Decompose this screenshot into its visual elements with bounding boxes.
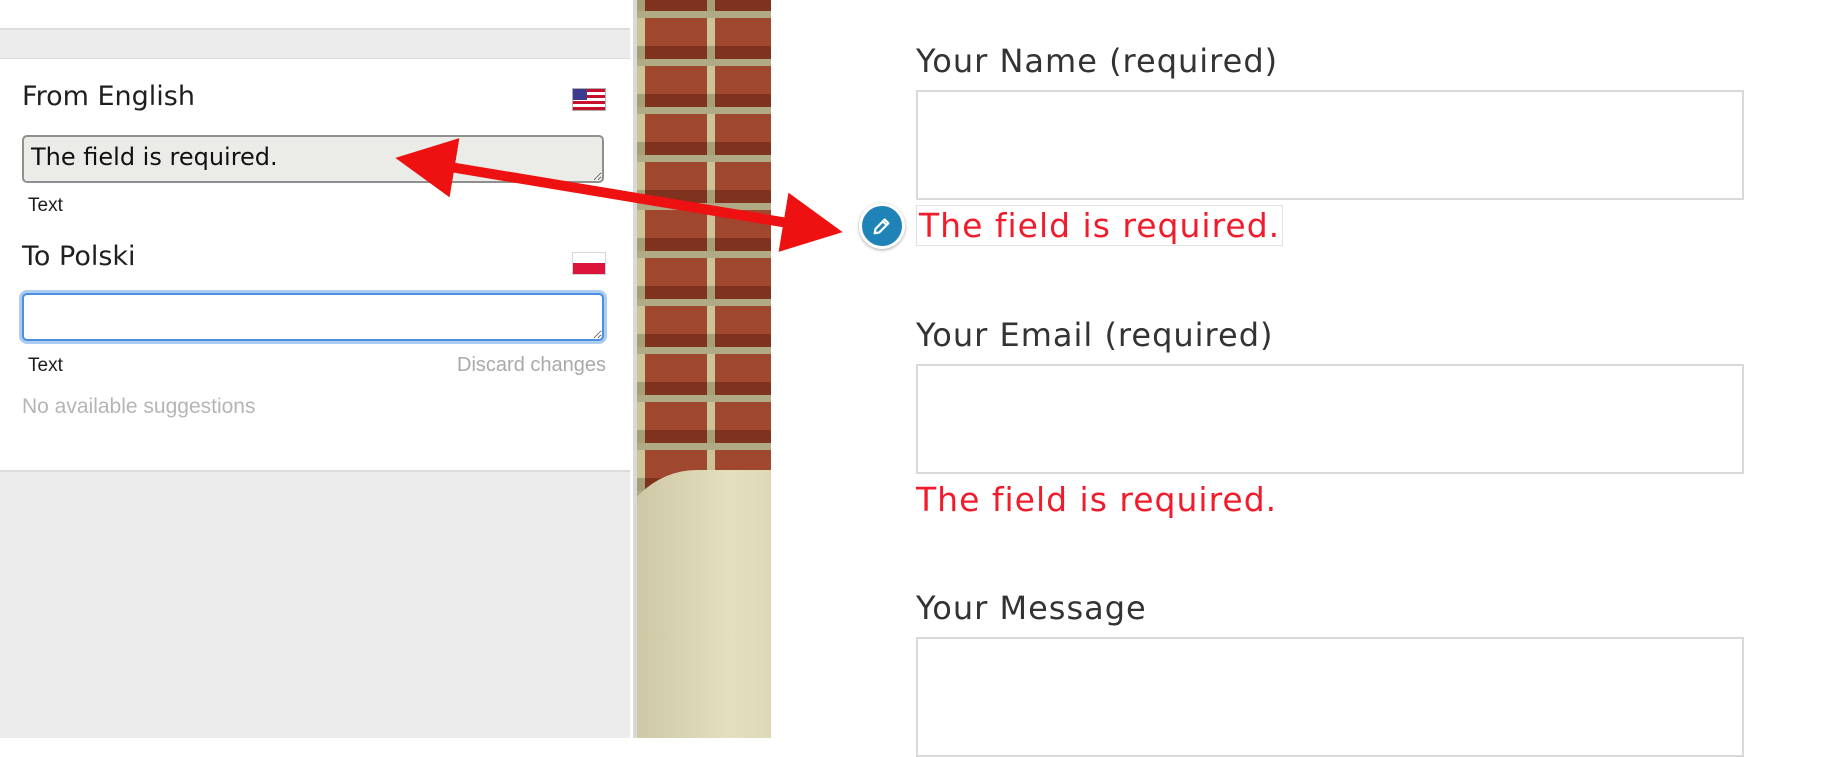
email-field-label: Your Email (required) [916, 316, 1274, 354]
brick-wall-photo [633, 0, 775, 738]
us-flag-icon [572, 88, 606, 111]
pencil-icon [873, 218, 890, 235]
name-input[interactable] [916, 90, 1744, 200]
source-language-heading: From English [22, 81, 195, 112]
email-input[interactable] [916, 364, 1744, 474]
discard-changes-link[interactable]: Discard changes [457, 354, 606, 377]
no-suggestions-text: No available suggestions [22, 395, 256, 418]
photo-figure [637, 470, 775, 738]
edit-translation-button[interactable] [859, 203, 905, 249]
email-error-message: The field is required. [916, 480, 1278, 519]
name-field-label: Your Name (required) [916, 42, 1279, 80]
message-field-label: Your Message [916, 589, 1147, 627]
name-error-message[interactable]: The field is required. [916, 205, 1284, 246]
pl-flag-icon [572, 252, 606, 275]
target-text-field[interactable] [22, 293, 604, 341]
source-text-field[interactable] [22, 135, 604, 183]
source-type-label: Text [28, 195, 63, 216]
contact-form: Your Name (required) The field is requir… [771, 0, 1834, 757]
translation-panel: From English Text To Polski Text Discard… [0, 0, 630, 738]
translation-card: From English Text To Polski Text Discard… [0, 58, 630, 472]
panel-top-strip [0, 0, 630, 30]
message-input[interactable] [916, 637, 1744, 757]
target-language-heading: To Polski [22, 241, 136, 272]
target-type-label: Text [28, 355, 63, 376]
